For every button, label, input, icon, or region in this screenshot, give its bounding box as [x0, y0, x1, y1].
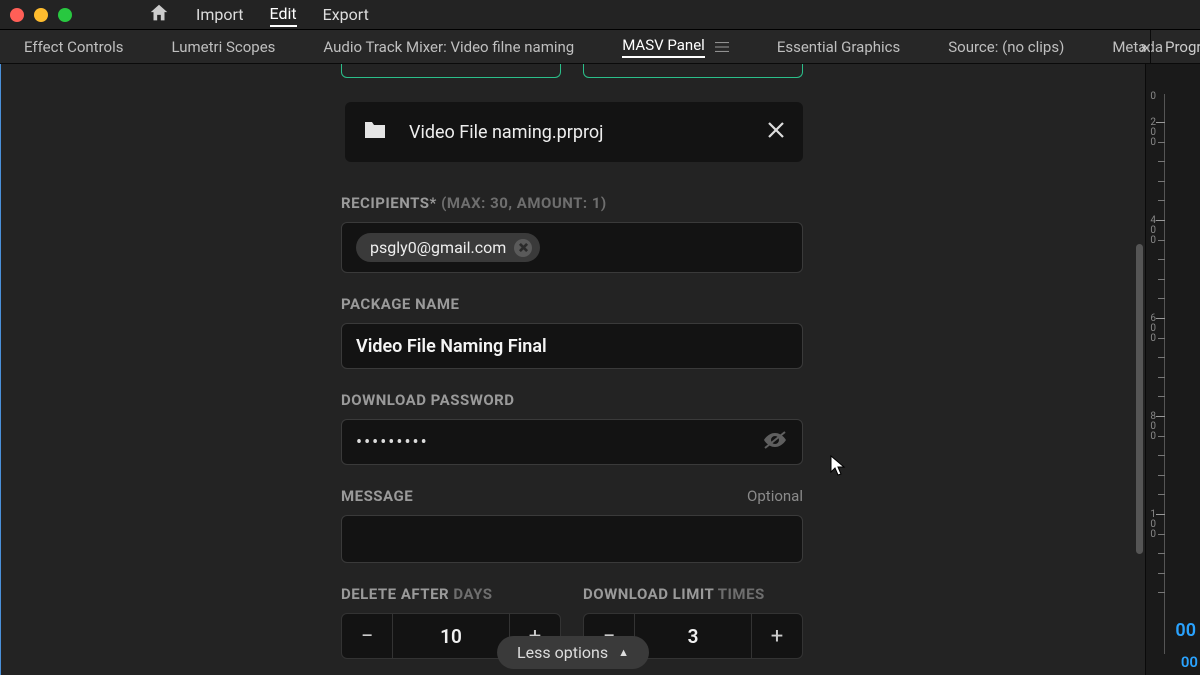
password-mask: •••••••••: [356, 432, 762, 453]
limit-increment-button[interactable]: +: [751, 613, 803, 659]
recipients-label: Recipients* (Max: 30, Amount: 1): [341, 194, 803, 212]
menu-import[interactable]: Import: [196, 3, 244, 26]
panel-scrollbar[interactable]: [1136, 244, 1143, 554]
folder-icon: [363, 120, 387, 144]
app-menu-bar: Import Edit Export: [0, 0, 1200, 30]
message-input[interactable]: [341, 515, 803, 563]
message-optional-hint: Optional: [747, 487, 803, 505]
package-name-label: Package Name: [341, 295, 803, 313]
panel-menu-icon[interactable]: [715, 41, 729, 53]
program-monitor-ruler: 0 200400600800100 00 00: [1145, 64, 1200, 675]
delete-after-label: Delete After Days: [341, 585, 561, 603]
tab-audio-track-mixer[interactable]: Audio Track Mixer: Video filne naming: [299, 30, 598, 63]
remove-file-button[interactable]: [767, 121, 785, 143]
attached-file-chip: Video File naming.prproj: [345, 102, 803, 162]
package-name-value: Video File Naming Final: [356, 336, 547, 357]
tab-source[interactable]: Source: (no clips): [924, 30, 1088, 63]
password-input[interactable]: •••••••••: [341, 419, 803, 465]
tab-lumetri-scopes[interactable]: Lumetri Scopes: [147, 30, 299, 63]
download-limit-label: Download Limit Times: [583, 585, 803, 603]
caret-up-icon: ▲: [618, 646, 629, 659]
menu-edit[interactable]: Edit: [270, 2, 297, 27]
recipient-email: psgly0@gmail.com: [370, 238, 506, 257]
recipients-input[interactable]: psgly0@gmail.com: [341, 222, 803, 273]
download-limit-value[interactable]: 3: [635, 613, 751, 659]
delete-after-value[interactable]: 10: [393, 613, 509, 659]
ruler-axis: [1164, 94, 1165, 654]
recipient-chip: psgly0@gmail.com: [356, 233, 540, 262]
tab-effect-controls[interactable]: Effect Controls: [0, 30, 147, 63]
ruler-origin: 0: [1146, 92, 1156, 102]
less-options-toggle[interactable]: Less options▲: [497, 636, 649, 669]
delete-decrement-button[interactable]: −: [341, 613, 393, 659]
send-form: Recipients* (Max: 30, Amount: 1) psgly0@…: [341, 194, 803, 659]
package-name-input[interactable]: Video File Naming Final: [341, 323, 803, 369]
tabs-overflow-button[interactable]: »: [1141, 30, 1145, 63]
password-label: Download Password: [341, 391, 803, 409]
panel-tab-bar: Effect Controls Lumetri Scopes Audio Tra…: [0, 30, 1200, 64]
attached-file-name: Video File naming.prproj: [409, 122, 767, 143]
toggle-password-visibility-icon[interactable]: [762, 430, 788, 454]
window-minimize-button[interactable]: [34, 8, 48, 22]
timecode-readout-2: 00: [1181, 653, 1198, 671]
window-controls: [10, 8, 72, 22]
window-close-button[interactable]: [10, 8, 24, 22]
menu-export[interactable]: Export: [323, 3, 369, 26]
tab-masv-panel[interactable]: MASV Panel: [598, 30, 753, 63]
dropzone-1[interactable]: [341, 64, 561, 78]
dropzone-2[interactable]: [583, 64, 803, 78]
masv-panel-body: Video File naming.prproj Recipients* (Ma…: [0, 64, 1145, 675]
home-icon[interactable]: [148, 2, 170, 28]
timecode-readout-1: 00: [1175, 620, 1196, 641]
message-label: Message: [341, 487, 413, 505]
remove-recipient-button[interactable]: [514, 239, 532, 257]
tab-program[interactable]: Progra: [1150, 30, 1200, 63]
tab-essential-graphics[interactable]: Essential Graphics: [753, 30, 924, 63]
upload-dropzones: [341, 64, 803, 78]
window-zoom-button[interactable]: [58, 8, 72, 22]
